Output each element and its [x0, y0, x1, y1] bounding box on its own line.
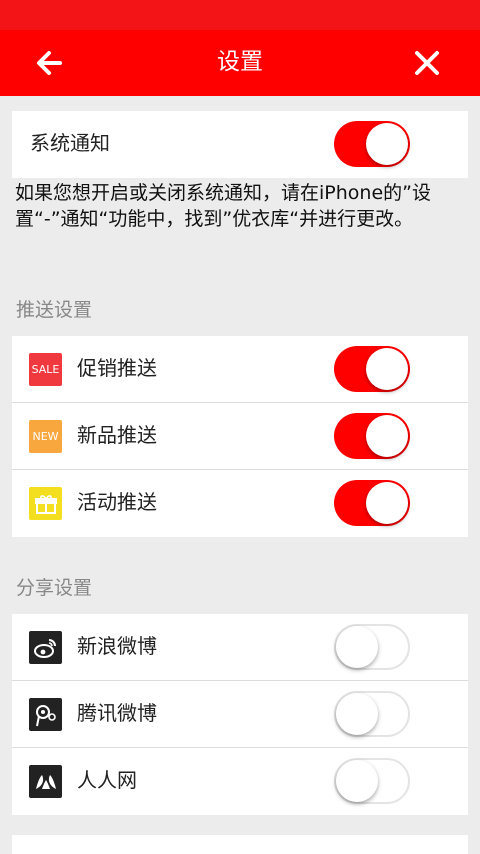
renren-toggle[interactable]	[334, 758, 410, 804]
share-settings-card: 新浪微博 腾讯微博 人人网	[12, 614, 468, 815]
gift-icon	[29, 487, 62, 520]
share-label-tencent: 腾讯微博	[77, 701, 157, 725]
new-icon-text: NEW	[32, 430, 59, 443]
toggle-knob	[336, 626, 378, 668]
sina-weibo-icon	[29, 631, 62, 664]
sale-icon: SALE	[29, 353, 62, 386]
share-row-tencent: 腾讯微博	[12, 681, 468, 748]
status-bar	[0, 0, 480, 30]
new-icon: NEW	[29, 420, 62, 453]
push-row-event: 活动推送	[12, 470, 468, 537]
toggle-knob	[336, 693, 378, 735]
push-label-new: 新品推送	[77, 423, 157, 447]
sina-weibo-icon-shape	[33, 638, 56, 658]
push-section-title: 推送设置	[16, 299, 93, 321]
nav-bar: 设置	[0, 30, 480, 96]
share-row-renren: 人人网	[12, 748, 468, 815]
sina-weibo-toggle[interactable]	[334, 624, 410, 670]
arrow-left-icon	[37, 51, 62, 75]
push-row-promotion: SALE 促销推送	[12, 336, 468, 403]
tencent-weibo-icon	[29, 698, 62, 731]
gift-icon-shape	[34, 494, 57, 514]
system-notice-label: 系统通知	[30, 131, 110, 155]
push-label-event: 活动推送	[77, 490, 157, 514]
toggle-knob	[366, 348, 408, 390]
toggle-knob	[366, 123, 408, 165]
tencent-weibo-toggle[interactable]	[334, 691, 410, 737]
close-icon	[415, 51, 439, 75]
system-notice-toggle[interactable]	[334, 121, 410, 167]
system-notice-note: 如果您想开启或关闭系统通知，请在iPhone的”设置“-”通知“功能中，找到”优…	[15, 182, 431, 230]
renren-icon-shape	[35, 774, 56, 789]
share-label-sina: 新浪微博	[77, 634, 157, 658]
tencent-weibo-icon-shape	[35, 704, 56, 726]
system-notice-card: 系统通知	[12, 111, 468, 178]
toggle-knob	[336, 760, 378, 802]
back-button[interactable]	[30, 45, 74, 81]
renren-icon	[29, 765, 62, 798]
push-row-new: NEW 新品推送	[12, 403, 468, 470]
event-push-toggle[interactable]	[334, 480, 410, 526]
push-settings-card: SALE 促销推送 NEW 新品推送 活动推送	[12, 336, 468, 537]
share-label-renren: 人人网	[77, 768, 137, 792]
toggle-knob	[366, 415, 408, 457]
close-button[interactable]	[405, 44, 449, 82]
promotion-push-toggle[interactable]	[334, 346, 410, 392]
share-row-sina: 新浪微博	[12, 614, 468, 681]
new-push-toggle[interactable]	[334, 413, 410, 459]
toggle-knob	[366, 482, 408, 524]
push-label-promotion: 促销推送	[77, 356, 157, 380]
next-card	[12, 835, 468, 854]
system-notice-row: 系统通知	[12, 111, 468, 178]
sale-icon-text: SALE	[31, 363, 60, 376]
share-section-title: 分享设置	[16, 577, 93, 599]
